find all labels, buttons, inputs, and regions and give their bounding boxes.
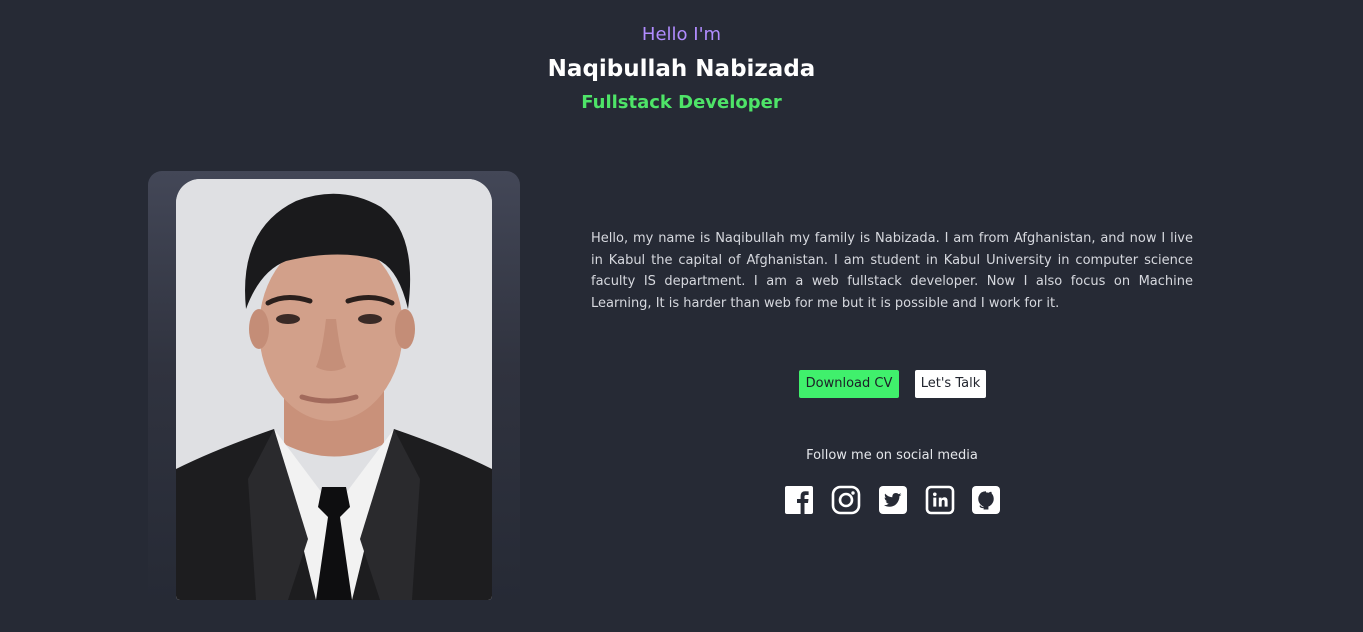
download-cv-button[interactable]: Download CV [799,370,899,398]
lets-talk-button[interactable]: Let's Talk [915,370,986,398]
portfolio-page: Hello I'm Naqibullah Nabizada Fullstack … [0,0,1363,632]
profile-photo [176,179,492,600]
instagram-icon[interactable] [831,485,861,515]
linkedin-icon[interactable] [925,485,955,515]
social-heading: Follow me on social media [806,448,978,463]
job-title: Fullstack Developer [581,92,782,113]
twitter-icon[interactable] [878,485,908,515]
facebook-icon[interactable] [784,485,814,515]
greeting-text: Hello I'm [641,24,722,45]
github-icon[interactable] [971,485,1001,515]
bio-paragraph: Hello, my name is Naqibullah my family i… [591,231,1193,311]
social-links [784,485,1002,515]
person-name: Naqibullah Nabizada [547,56,816,82]
